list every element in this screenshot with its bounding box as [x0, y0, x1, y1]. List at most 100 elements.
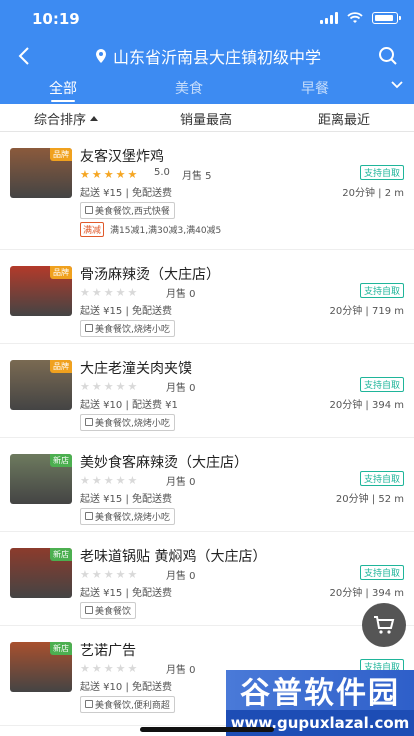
self-pickup-badge: 支持自取: [359, 565, 404, 580]
star-icon: ★: [127, 286, 138, 299]
wifi-icon: [347, 12, 363, 23]
star-icon: ★: [115, 168, 126, 181]
delivery-info: 起送 ¥15 | 免配送费: [80, 588, 172, 599]
shop-category: 美食餐饮,西式快餐: [80, 202, 175, 219]
shop-badge: 新店: [50, 454, 72, 467]
star-icon: ★: [115, 474, 126, 487]
star-icon: ★: [115, 286, 126, 299]
rating-stars: ★ ★ ★ ★ ★: [80, 569, 137, 581]
shop-badge: 品牌: [50, 360, 72, 373]
shop-thumbnail: 新店: [10, 642, 72, 692]
star-icon: ★: [103, 168, 114, 181]
delivery-info: 起送 ¥15 | 免配送费: [80, 306, 172, 317]
rating-stars: ★ ★ ★ ★ ★: [80, 475, 137, 487]
tab-all[interactable]: 全部: [49, 78, 77, 98]
star-icon: ★: [80, 380, 90, 393]
battery-icon: [372, 12, 401, 24]
shop-thumbnail: 新店: [10, 548, 72, 598]
monthly-sales: 月售 0: [166, 665, 196, 676]
watermark-url: www.gupuxlazal.com: [226, 710, 414, 736]
header: 10:19 山东省沂南县大庄镇初级中学 全部 美食 早餐: [0, 0, 414, 104]
promo-row: 满减 满15减1,满30减3,满40减5: [80, 222, 221, 237]
time-distance: 20分钟 | 719 m: [329, 306, 404, 317]
category-tabs: 全部 美食 早餐: [0, 74, 414, 104]
tab-breakfast[interactable]: 早餐: [301, 78, 329, 98]
rating-stars: ★ ★ ★ ★ ★: [80, 169, 137, 181]
search-button[interactable]: [374, 42, 402, 70]
star-icon: ★: [127, 380, 138, 393]
star-icon: ★: [91, 568, 102, 581]
shop-name: 大庄老潼关肉夹馍: [80, 361, 192, 377]
star-icon: ★: [91, 168, 102, 181]
signal-icon: [320, 12, 338, 24]
promo-tag: 满减: [80, 222, 105, 237]
star-icon: ★: [115, 662, 126, 675]
search-icon: [379, 47, 397, 65]
star-icon: ★: [80, 568, 90, 581]
shop-badge: 新店: [50, 548, 72, 561]
monthly-sales: 月售 0: [166, 477, 196, 488]
self-pickup-badge: 支持自取: [359, 283, 404, 298]
star-icon: ★: [80, 474, 90, 487]
sort-sales[interactable]: 销量最高: [180, 109, 232, 128]
shop-item[interactable]: 新店 美妙食客麻辣烫（大庄店） ★ ★ ★ ★ ★ 月售 0 支持自取 起送 ¥15 | 免配送费…: [0, 438, 414, 532]
rating-stars: ★ ★ ★ ★ ★: [80, 663, 137, 675]
tab-food[interactable]: 美食: [175, 78, 203, 98]
cart-icon: [374, 616, 395, 634]
location-title: 山东省沂南县大庄镇初级中学: [113, 48, 322, 67]
star-icon: ★: [103, 568, 114, 581]
shop-item[interactable]: 品牌 友客汉堡炸鸡 ★ ★ ★ ★ ★ 5.0 月售 5 支持自取 起送 ¥15 | 免配送费 20分…: [0, 132, 414, 250]
star-icon: ★: [103, 474, 114, 487]
status-time: 10:19: [32, 10, 80, 28]
time-distance: 20分钟 | 394 m: [329, 400, 404, 411]
shop-thumbnail: 品牌: [10, 360, 72, 410]
time-distance: 20分钟 | 394 m: [329, 588, 404, 599]
time-distance: 20分钟 | 2 m: [342, 188, 404, 199]
shop-badge: 新店: [50, 642, 72, 655]
star-icon: ★: [127, 168, 138, 181]
self-pickup-badge: 支持自取: [359, 165, 404, 180]
monthly-sales: 月售 5: [182, 171, 212, 182]
shop-badge: 品牌: [50, 148, 72, 161]
delivery-info: 起送 ¥15 | 免配送费: [80, 494, 172, 505]
sort-distance[interactable]: 距离最近: [318, 109, 370, 128]
star-icon: ★: [127, 474, 138, 487]
status-icons: [320, 12, 401, 24]
shop-name: 老味道锅贴 黄焖鸡（大庄店）: [80, 549, 267, 565]
star-icon: ★: [115, 380, 126, 393]
cart-button[interactable]: [362, 603, 406, 647]
shop-category: 美食餐饮,烧烤小吃: [80, 320, 175, 337]
page: 10:19 山东省沂南县大庄镇初级中学 全部 美食 早餐 综合排序 销量最高 距…: [0, 0, 414, 736]
self-pickup-badge: 支持自取: [359, 471, 404, 486]
status-bar: 10:19: [0, 0, 414, 40]
star-icon: ★: [127, 568, 138, 581]
self-pickup-badge: 支持自取: [359, 377, 404, 392]
star-icon: ★: [103, 286, 114, 299]
promo-text: 满15减1,满30减3,满40减5: [110, 226, 222, 236]
rating-stars: ★ ★ ★ ★ ★: [80, 287, 137, 299]
shop-thumbnail: 品牌: [10, 148, 72, 198]
star-icon: ★: [115, 568, 126, 581]
monthly-sales: 月售 0: [166, 289, 196, 300]
delivery-info: 起送 ¥10 | 配送费 ¥1: [80, 400, 178, 411]
shop-name: 友客汉堡炸鸡: [80, 149, 164, 165]
shop-item[interactable]: 品牌 骨汤麻辣烫（大庄店） ★ ★ ★ ★ ★ 月售 0 支持自取 起送 ¥15 | 免配送费 20…: [0, 250, 414, 344]
nav-bar: 山东省沂南县大庄镇初级中学: [0, 40, 414, 72]
back-button[interactable]: [10, 42, 38, 70]
shop-item[interactable]: 品牌 大庄老潼关肉夹馍 ★ ★ ★ ★ ★ 月售 0 支持自取 起送 ¥10 | 配送费 ¥1 20…: [0, 344, 414, 438]
star-icon: ★: [91, 380, 102, 393]
sort-bar: 综合排序 销量最高 距离最近: [0, 104, 414, 132]
location-selector[interactable]: 山东省沂南县大庄镇初级中学: [95, 44, 321, 68]
rating-stars: ★ ★ ★ ★ ★: [80, 381, 137, 393]
star-icon: ★: [80, 286, 90, 299]
shop-category: 美食餐饮,便利商超: [80, 696, 175, 713]
sort-default[interactable]: 综合排序: [34, 109, 99, 128]
sort-default-label: 综合排序: [34, 113, 87, 128]
chevron-down-icon[interactable]: [390, 80, 404, 90]
shop-item[interactable]: 新店 老味道锅贴 黄焖鸡（大庄店） ★ ★ ★ ★ ★ 月售 0 支持自取 起送 ¥15 | 免配…: [0, 532, 414, 626]
shop-thumbnail: 品牌: [10, 266, 72, 316]
star-icon: ★: [91, 286, 102, 299]
time-distance: 20分钟 | 52 m: [335, 494, 404, 505]
shop-category: 美食餐饮,烧烤小吃: [80, 414, 175, 431]
star-icon: ★: [80, 662, 90, 675]
